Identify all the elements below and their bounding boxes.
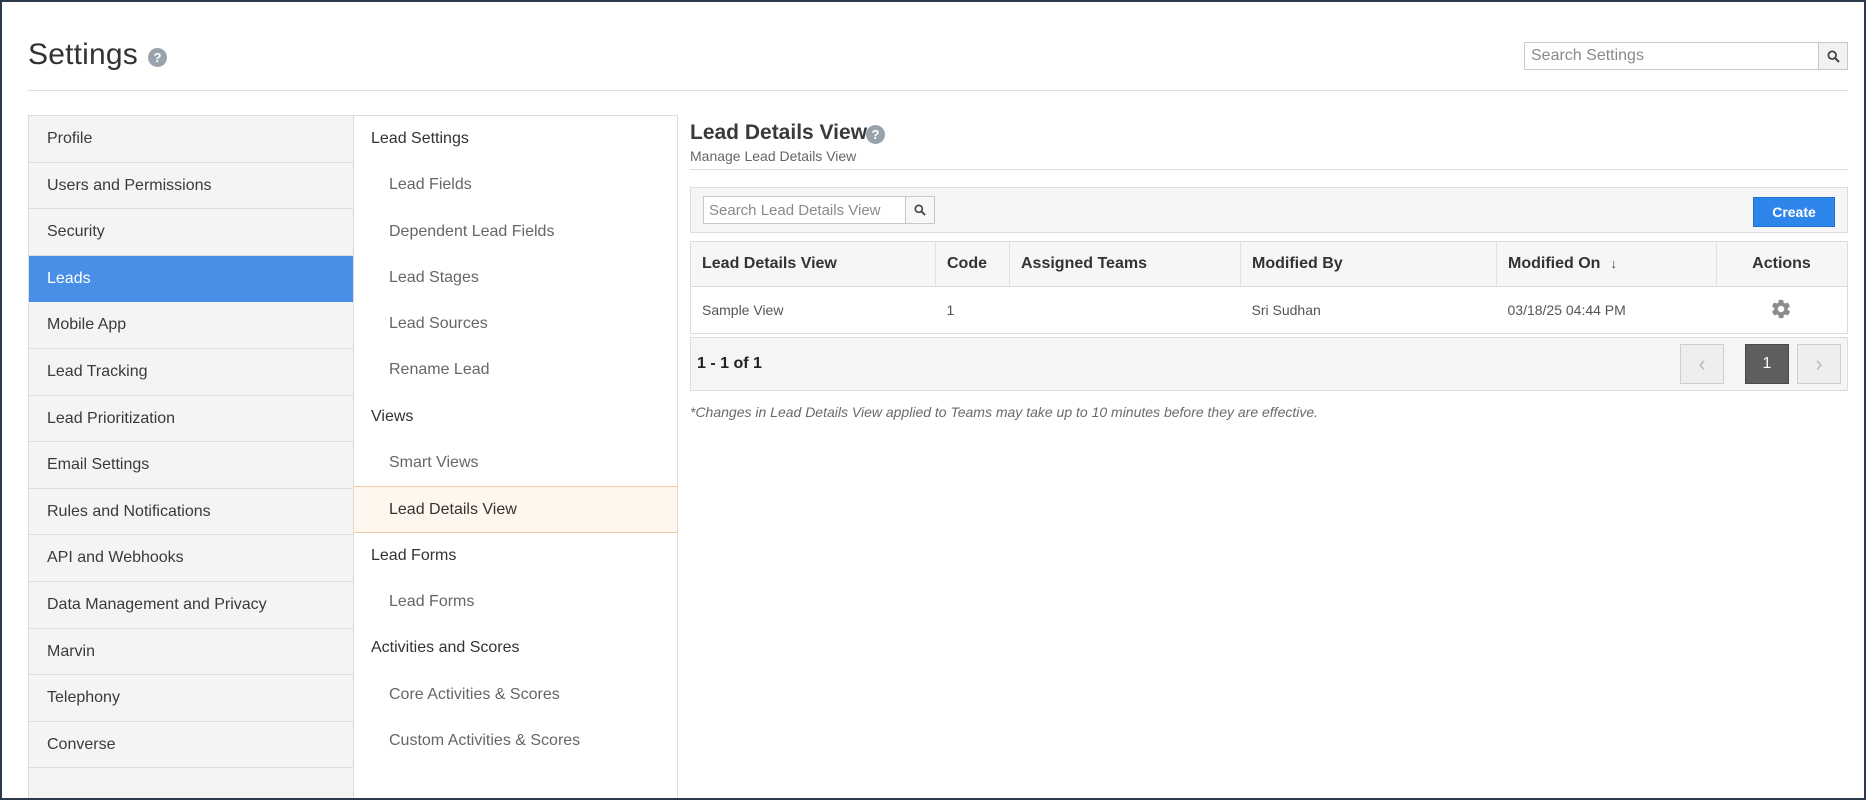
search-icon xyxy=(914,204,926,216)
page-number-button[interactable]: 1 xyxy=(1745,344,1789,384)
chevron-right-icon: › xyxy=(1815,351,1823,376)
nav-item-security[interactable]: Security xyxy=(29,209,353,256)
subnav-item-lead-stages[interactable]: Lead Stages xyxy=(354,255,677,301)
nav-item-marvin[interactable]: Marvin xyxy=(29,629,353,676)
settings-search-input[interactable] xyxy=(1525,43,1829,69)
settings-primary-nav: Profile Users and Permissions Security L… xyxy=(28,115,353,798)
nav-item-converse[interactable]: Converse xyxy=(29,722,353,769)
page-header: Settings ? xyxy=(28,2,1848,91)
column-label: Modified On xyxy=(1508,255,1601,272)
subnav-item-smart-views[interactable]: Smart Views xyxy=(354,440,677,486)
settings-search-button[interactable] xyxy=(1818,43,1847,69)
lead-details-view-panel: Lead Details View ? Manage Lead Details … xyxy=(690,115,1848,795)
cell-modified-by: Sri Sudhan xyxy=(1240,286,1497,334)
cell-modified-on: 03/18/25 04:44 PM xyxy=(1496,286,1717,334)
table-header-row: Lead Details View Code Assigned Teams Mo… xyxy=(690,241,1848,287)
subnav-item-dependent-lead-fields[interactable]: Dependent Lead Fields xyxy=(354,209,677,255)
nav-item-data-management-and-privacy[interactable]: Data Management and Privacy xyxy=(29,582,353,629)
subnav-item-core-activities-scores[interactable]: Core Activities & Scores xyxy=(354,672,677,718)
nav-group-header-activities-and-scores: Activities and Scores xyxy=(371,639,520,657)
column-header-assigned-teams[interactable]: Assigned Teams xyxy=(1009,241,1241,287)
nav-group-header-lead-settings: Lead Settings xyxy=(371,130,469,147)
previous-page-button[interactable]: ‹ xyxy=(1680,344,1724,384)
subnav-item-lead-fields[interactable]: Lead Fields xyxy=(354,162,677,208)
nav-item-rules-and-notifications[interactable]: Rules and Notifications xyxy=(29,489,353,536)
column-label: Code xyxy=(947,255,987,272)
table-row[interactable]: Sample View 1 Sri Sudhan 03/18/25 04:44 … xyxy=(690,286,1848,334)
nav-item-api-and-webhooks[interactable]: API and Webhooks xyxy=(29,535,353,582)
nav-group-header-views: Views xyxy=(371,407,414,425)
nav-item-users-and-permissions[interactable]: Users and Permissions xyxy=(29,163,353,210)
effective-time-note: *Changes in Lead Details View applied to… xyxy=(690,404,1319,420)
cell-code: 1 xyxy=(935,286,1010,334)
subnav-item-rename-lead[interactable]: Rename Lead xyxy=(354,347,677,393)
column-header-lead-details-view[interactable]: Lead Details View xyxy=(690,241,936,287)
nav-item-leads[interactable]: Leads xyxy=(29,255,353,303)
nav-item-mobile-app[interactable]: Mobile App xyxy=(29,302,353,349)
view-search-input[interactable] xyxy=(704,197,914,223)
column-header-modified-by[interactable]: Modified By xyxy=(1240,241,1497,287)
column-label: Assigned Teams xyxy=(1021,255,1147,272)
table-toolbar: Create xyxy=(690,187,1848,233)
subnav-item-lead-sources[interactable]: Lead Sources xyxy=(354,301,677,347)
cell-actions xyxy=(1716,286,1848,334)
pagination-bar: 1 - 1 of 1 ‹ 1 › xyxy=(690,337,1848,391)
nav-item-profile[interactable]: Profile xyxy=(29,116,353,163)
cell-assigned-teams xyxy=(1009,286,1241,334)
settings-secondary-nav: Lead Settings Lead Fields Dependent Lead… xyxy=(353,115,678,798)
sort-descending-icon: ↓ xyxy=(1610,256,1617,271)
column-header-actions: Actions xyxy=(1716,241,1848,287)
cell-view-name: Sample View xyxy=(690,286,936,334)
column-header-code[interactable]: Code xyxy=(935,241,1010,287)
help-icon[interactable]: ? xyxy=(866,125,885,144)
help-icon[interactable]: ? xyxy=(148,48,167,67)
lead-details-view-table: Lead Details View Code Assigned Teams Mo… xyxy=(690,241,1848,334)
nav-item-lead-prioritization[interactable]: Lead Prioritization xyxy=(29,396,353,443)
nav-group-header-lead-forms: Lead Forms xyxy=(371,546,457,564)
next-page-button[interactable]: › xyxy=(1797,344,1841,384)
subnav-item-lead-forms[interactable]: Lead Forms xyxy=(354,579,677,625)
chevron-left-icon: ‹ xyxy=(1698,351,1706,376)
settings-search xyxy=(1524,42,1848,70)
nav-item-telephony[interactable]: Telephony xyxy=(29,675,353,722)
app-window: Settings ? Profile Users and Permissions… xyxy=(2,2,1864,798)
gear-icon[interactable] xyxy=(1770,298,1792,320)
nav-item-email-settings[interactable]: Email Settings xyxy=(29,442,353,489)
subnav-item-lead-details-view[interactable]: Lead Details View xyxy=(354,486,677,533)
page-title: Settings xyxy=(28,38,138,71)
panel-subtitle: Manage Lead Details View xyxy=(690,148,857,164)
search-icon xyxy=(1826,49,1840,63)
create-button[interactable]: Create xyxy=(1753,197,1835,227)
column-header-modified-on[interactable]: Modified On ↓ xyxy=(1496,241,1717,287)
nav-item-lead-tracking[interactable]: Lead Tracking xyxy=(29,349,353,396)
panel-title: Lead Details View xyxy=(690,121,868,144)
column-label: Lead Details View xyxy=(702,255,837,272)
view-search-button[interactable] xyxy=(905,197,934,223)
pagination-summary: 1 - 1 of 1 xyxy=(697,355,762,372)
subnav-item-custom-activities-scores[interactable]: Custom Activities & Scores xyxy=(354,718,677,764)
column-label: Actions xyxy=(1752,255,1811,272)
column-label: Modified By xyxy=(1252,255,1343,272)
divider xyxy=(690,169,1848,170)
view-search xyxy=(703,196,935,224)
